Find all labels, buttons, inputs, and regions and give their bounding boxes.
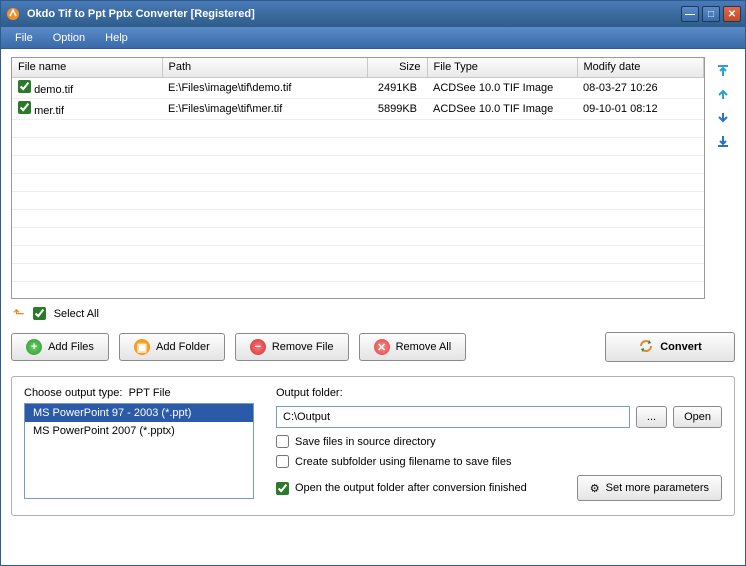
file-table[interactable]: File name Path Size File Type Modify dat… bbox=[11, 57, 705, 299]
reorder-arrows bbox=[711, 57, 735, 299]
output-type-list[interactable]: MS PowerPoint 97 - 2003 (*.ppt)MS PowerP… bbox=[24, 403, 254, 499]
open-after-label: Open the output folder after conversion … bbox=[295, 482, 527, 494]
row-checkbox[interactable] bbox=[18, 80, 31, 93]
more-params-button[interactable]: ⚙Set more parameters bbox=[577, 475, 722, 501]
add-files-button[interactable]: +Add Files bbox=[11, 333, 109, 361]
add-folder-button[interactable]: ▣Add Folder bbox=[119, 333, 225, 361]
row-filename: mer.tif bbox=[34, 105, 64, 117]
menu-help[interactable]: Help bbox=[97, 30, 136, 46]
gear-icon: ⚙ bbox=[590, 482, 600, 495]
move-up-button[interactable] bbox=[714, 85, 732, 103]
select-all-checkbox[interactable] bbox=[33, 307, 46, 320]
row-size: 5899KB bbox=[367, 98, 427, 119]
row-checkbox[interactable] bbox=[18, 101, 31, 114]
col-type[interactable]: File Type bbox=[427, 58, 577, 77]
file-panel: File name Path Size File Type Modify dat… bbox=[11, 57, 735, 299]
maximize-button[interactable]: □ bbox=[702, 6, 720, 22]
folder-icon: ▣ bbox=[134, 339, 150, 355]
up-folder-icon[interactable]: ⬑ bbox=[13, 305, 25, 322]
output-type-option[interactable]: MS PowerPoint 2007 (*.pptx) bbox=[25, 422, 253, 440]
close-button[interactable]: ✕ bbox=[723, 6, 741, 22]
save-source-checkbox[interactable] bbox=[276, 435, 289, 448]
menu-option[interactable]: Option bbox=[45, 30, 93, 46]
open-after-checkbox[interactable] bbox=[276, 482, 289, 495]
output-type-option[interactable]: MS PowerPoint 97 - 2003 (*.ppt) bbox=[25, 404, 253, 422]
table-row[interactable]: mer.tif E:\Files\image\tif\mer.tif5899KBA… bbox=[12, 98, 704, 119]
table-row[interactable]: demo.tif E:\Files\image\tif\demo.tif2491K… bbox=[12, 77, 704, 98]
col-date[interactable]: Modify date bbox=[577, 58, 704, 77]
move-bottom-button[interactable] bbox=[714, 133, 732, 151]
row-date: 08-03-27 10:26 bbox=[577, 77, 704, 98]
row-type: ACDSee 10.0 TIF Image bbox=[427, 77, 577, 98]
select-all-label: Select All bbox=[54, 308, 99, 320]
col-size[interactable]: Size bbox=[367, 58, 427, 77]
app-icon bbox=[5, 6, 21, 22]
row-size: 2491KB bbox=[367, 77, 427, 98]
menubar: File Option Help bbox=[1, 27, 745, 49]
output-type-section: Choose output type: PPT File MS PowerPoi… bbox=[24, 387, 254, 501]
move-top-button[interactable] bbox=[714, 61, 732, 79]
convert-button[interactable]: Convert bbox=[605, 332, 735, 362]
output-folder-label: Output folder: bbox=[276, 387, 722, 399]
col-filename[interactable]: File name bbox=[12, 58, 162, 77]
subfolder-checkbox[interactable] bbox=[276, 455, 289, 468]
row-date: 09-10-01 08:12 bbox=[577, 98, 704, 119]
x-icon: ✕ bbox=[374, 339, 390, 355]
subfolder-label: Create subfolder using filename to save … bbox=[295, 456, 511, 468]
remove-file-button[interactable]: −Remove File bbox=[235, 333, 349, 361]
output-panel: Choose output type: PPT File MS PowerPoi… bbox=[11, 376, 735, 516]
minus-icon: − bbox=[250, 339, 266, 355]
minimize-button[interactable]: — bbox=[681, 6, 699, 22]
row-path: E:\Files\image\tif\mer.tif bbox=[162, 98, 367, 119]
row-filename: demo.tif bbox=[34, 84, 73, 96]
open-folder-button[interactable]: Open bbox=[673, 406, 722, 428]
titlebar: Okdo Tif to Ppt Pptx Converter [Register… bbox=[1, 1, 745, 27]
move-down-button[interactable] bbox=[714, 109, 732, 127]
menu-file[interactable]: File bbox=[7, 30, 41, 46]
remove-all-button[interactable]: ✕Remove All bbox=[359, 333, 467, 361]
row-path: E:\Files\image\tif\demo.tif bbox=[162, 77, 367, 98]
app-window: Okdo Tif to Ppt Pptx Converter [Register… bbox=[0, 0, 746, 566]
col-path[interactable]: Path bbox=[162, 58, 367, 77]
output-folder-section: Output folder: ... Open Save files in so… bbox=[276, 387, 722, 501]
output-folder-input[interactable] bbox=[276, 406, 630, 428]
content-area: File name Path Size File Type Modify dat… bbox=[1, 49, 745, 565]
row-type: ACDSee 10.0 TIF Image bbox=[427, 98, 577, 119]
select-all-row: ⬑ Select All bbox=[11, 299, 735, 332]
output-type-label: Choose output type: PPT File bbox=[24, 387, 254, 399]
plus-icon: + bbox=[26, 339, 42, 355]
toolbar-row: +Add Files ▣Add Folder −Remove File ✕Rem… bbox=[11, 332, 735, 362]
window-buttons: — □ ✕ bbox=[681, 6, 741, 22]
browse-button[interactable]: ... bbox=[636, 406, 667, 428]
window-title: Okdo Tif to Ppt Pptx Converter [Register… bbox=[27, 8, 681, 20]
convert-icon bbox=[638, 338, 654, 357]
save-source-label: Save files in source directory bbox=[295, 436, 436, 448]
